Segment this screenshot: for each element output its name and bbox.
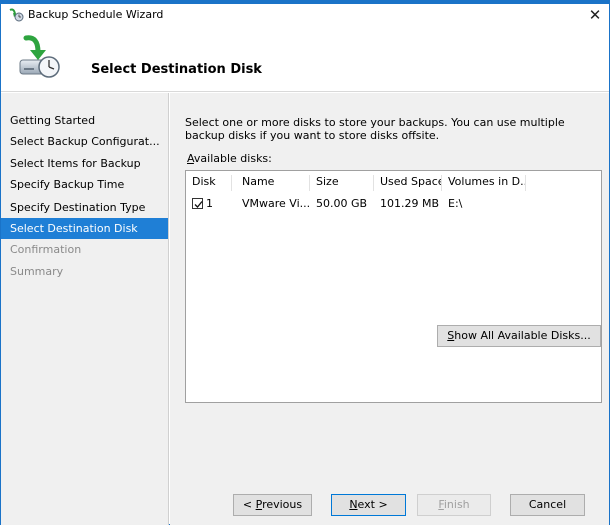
finish-button: Finish — [417, 494, 491, 516]
column-header-disk[interactable]: Disk — [186, 175, 232, 191]
disk-used-space: 101.29 MB — [380, 197, 440, 210]
show-all-available-disks-button[interactable]: Show All Available Disks... — [437, 325, 601, 347]
next-button[interactable]: Next > — [331, 494, 406, 516]
finish-label: inish — [443, 498, 470, 511]
disk-volumes: E:\ — [448, 197, 463, 210]
step-summary: Summary — [10, 265, 64, 278]
step-specify-backup-time[interactable]: Specify Backup Time — [1, 174, 168, 195]
close-icon[interactable]: ✕ — [581, 4, 609, 26]
instructions-text: Select one or more disks to store your b… — [185, 116, 565, 142]
step-confirmation: Confirmation — [10, 243, 82, 256]
available-disks-label: Available disks: — [187, 152, 272, 165]
table-row[interactable]: 1 VMware Vi... 50.00 GB 101.29 MB E:\ — [186, 195, 601, 213]
column-header-volumes[interactable]: Volumes in D... — [442, 175, 526, 191]
show-all-label: how All Available Disks... — [454, 329, 591, 342]
available-disks-list[interactable]: Disk Name Size Used Space Volumes in D..… — [185, 170, 602, 403]
step-select-items-for-backup[interactable]: Select Items for Backup — [1, 153, 168, 174]
step-specify-destination-type[interactable]: Specify Destination Type — [1, 197, 168, 218]
title-bar: Backup Schedule Wizard ✕ — [1, 4, 609, 26]
disk-cell: 1 — [186, 197, 236, 210]
wizard-window: Backup Schedule Wizard ✕ Select Destinat… — [0, 0, 610, 525]
available-disks-accel: A — [187, 152, 194, 165]
disk-name: VMware Vi... — [242, 197, 310, 210]
disk-checkbox[interactable] — [192, 198, 203, 209]
previous-prefix: < — [242, 498, 256, 511]
next-accel: N — [349, 498, 358, 511]
previous-button[interactable]: < Previous — [233, 494, 312, 516]
window-title: Backup Schedule Wizard — [28, 8, 164, 21]
disk-number: 1 — [206, 197, 213, 210]
cancel-button[interactable]: Cancel — [510, 494, 585, 516]
step-select-backup-configuration[interactable]: Select Backup Configurat... — [1, 131, 168, 152]
next-label: ext > — [357, 498, 388, 511]
backup-wizard-icon — [14, 32, 64, 82]
wizard-header: Select Destination Disk — [1, 26, 609, 92]
disk-size: 50.00 GB — [316, 197, 368, 210]
column-header-name[interactable]: Name — [236, 175, 310, 191]
page-title: Select Destination Disk — [91, 62, 262, 77]
available-disks-label-text: vailable disks: — [193, 152, 272, 165]
step-select-destination-disk[interactable]: Select Destination Disk — [1, 218, 168, 239]
column-header-size[interactable]: Size — [310, 175, 374, 191]
backup-app-icon — [8, 8, 24, 22]
step-getting-started[interactable]: Getting Started — [1, 110, 168, 131]
column-header-used-space[interactable]: Used Space — [374, 175, 442, 191]
disk-list-header: Disk Name Size Used Space Volumes in D..… — [186, 171, 601, 193]
wizard-content: Select one or more disks to store your b… — [170, 93, 609, 525]
previous-label: revious — [262, 498, 303, 511]
wizard-steps-sidebar: Getting Started Select Backup Configurat… — [1, 93, 169, 525]
